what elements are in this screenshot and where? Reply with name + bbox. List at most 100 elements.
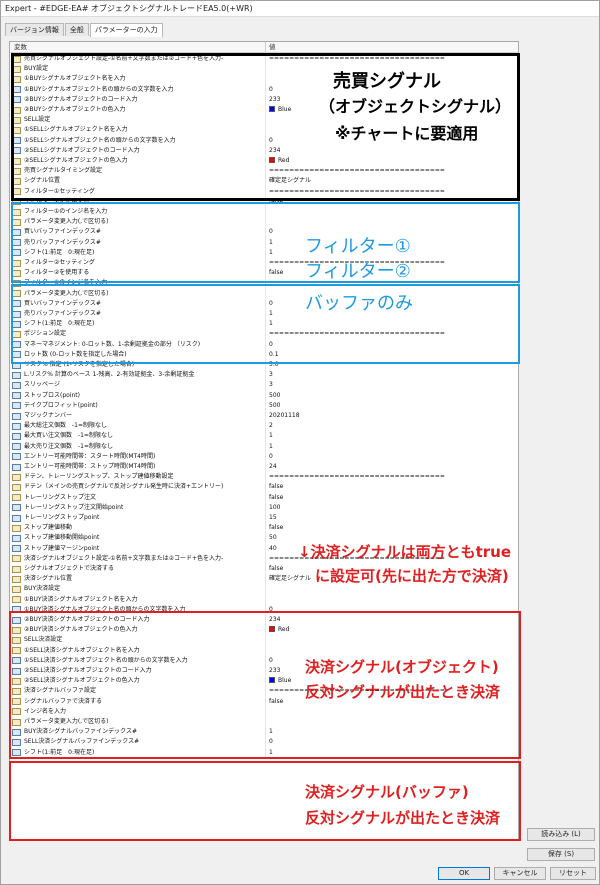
tab-version-info[interactable]: バージョン情報 bbox=[5, 23, 64, 36]
parameter-name: トレーリングストップ注文開始point bbox=[24, 503, 124, 511]
parameter-name: テイクプロフィット(point) bbox=[24, 401, 98, 409]
reset-button[interactable]: リセット bbox=[550, 867, 596, 880]
column-separator bbox=[265, 390, 266, 401]
column-separator bbox=[265, 533, 266, 544]
annotation-exit-note-line1: ↓決済シグナルは両方ともtrue bbox=[298, 543, 511, 561]
text-param-icon bbox=[12, 494, 21, 502]
numeric-param-icon bbox=[12, 381, 21, 389]
save-button[interactable]: 保存 (S) bbox=[527, 848, 595, 861]
parameter-value[interactable]: =================================== bbox=[269, 472, 509, 482]
parameter-row[interactable]: 最大総注文個数 -1=制限なし 2 bbox=[10, 421, 518, 432]
numeric-param-icon bbox=[12, 504, 21, 512]
text-param-icon bbox=[12, 565, 21, 573]
parameter-value[interactable]: 1 bbox=[269, 431, 509, 441]
numeric-param-icon bbox=[12, 412, 21, 420]
numeric-param-icon bbox=[12, 392, 21, 400]
numeric-param-icon bbox=[12, 422, 21, 430]
parameter-row[interactable]: 最大売り注文個数 -1=制限なし 1 bbox=[10, 441, 518, 452]
parameter-row[interactable]: ストップ建値移動 false bbox=[10, 523, 518, 534]
column-header-value[interactable]: 値 bbox=[269, 42, 276, 53]
parameter-row[interactable]: ストップロス(point) 500 bbox=[10, 390, 518, 401]
parameter-name: 最大総注文個数 -1=制限なし bbox=[24, 422, 108, 430]
tab-general[interactable]: 全般 bbox=[64, 23, 89, 36]
column-separator bbox=[265, 564, 266, 575]
parameter-name: ストップ建値移動開始point bbox=[24, 534, 100, 542]
column-separator bbox=[265, 421, 266, 432]
parameter-value[interactable]: 15 bbox=[269, 513, 509, 523]
column-separator bbox=[265, 553, 266, 564]
numeric-param-icon bbox=[12, 443, 21, 451]
cancel-button[interactable]: キャンセル bbox=[494, 867, 546, 880]
annotation-exit-buffer-note: 反対シグナルが出たとき決済 bbox=[305, 809, 501, 827]
parameter-name: トレーリングストップ注文 bbox=[24, 493, 97, 501]
parameter-row[interactable]: ドテン、トレーリングストップ、ストップ建値移動設定 ===============… bbox=[10, 472, 518, 483]
parameter-row[interactable]: マジックナンバー 20201118 bbox=[10, 411, 518, 422]
column-separator bbox=[265, 370, 266, 381]
parameter-row[interactable]: スリッページ 3 bbox=[10, 380, 518, 391]
parameter-value[interactable]: 0 bbox=[269, 452, 509, 462]
parameter-row[interactable]: エントリー可能時間帯：ストップ時間(MT4時間) 24 bbox=[10, 462, 518, 473]
parameter-value[interactable]: 1 bbox=[269, 442, 509, 452]
column-separator bbox=[265, 451, 266, 462]
parameter-row[interactable]: トレーリングストップ注文開始point 100 bbox=[10, 502, 518, 513]
parameter-name: シグナルオブジェクトで決済する bbox=[24, 565, 115, 572]
parameter-name: エントリー可能時間帯：スタート時間(MT4時間) bbox=[24, 452, 156, 460]
column-separator bbox=[265, 42, 266, 53]
parameter-value[interactable]: 24 bbox=[269, 462, 509, 472]
annotation-exit-note-line2: に設定可(先に出た方で決済) bbox=[315, 567, 509, 585]
expert-properties-window: Expert - #EDGE-EA# オブジェクトシグナルトレードEA5.0(+… bbox=[0, 0, 600, 885]
parameter-row[interactable]: トレーリングストップpoint 15 bbox=[10, 513, 518, 524]
column-separator bbox=[265, 441, 266, 452]
column-separator bbox=[265, 431, 266, 442]
parameter-value[interactable]: 3 bbox=[269, 370, 509, 380]
parameter-row[interactable]: テイクプロフィット(point) 500 bbox=[10, 400, 518, 411]
parameter-row[interactable]: L.リスク% 計算のベース 1-残高、2-有効証拠金、3-余剰証拠金 3 bbox=[10, 370, 518, 381]
annotation-buy-sell-note: ※チャートに要適用 bbox=[335, 124, 479, 143]
column-header-variable[interactable]: 変数 bbox=[14, 42, 27, 53]
parameter-value[interactable]: 500 bbox=[269, 391, 509, 401]
column-separator bbox=[265, 594, 266, 605]
annotation-exit-object-note: 反対シグナルが出たとき決済 bbox=[305, 683, 501, 701]
parameter-value[interactable]: 2 bbox=[269, 421, 509, 431]
text-param-icon bbox=[12, 585, 21, 593]
parameter-value[interactable]: false bbox=[269, 523, 509, 533]
parameter-name: L.リスク% 計算のベース 1-残高、2-有効証拠金、3-余剰証拠金 bbox=[24, 371, 195, 379]
column-separator bbox=[265, 411, 266, 422]
parameter-row[interactable]: 最大買い注文個数 -1=制限なし 1 bbox=[10, 431, 518, 442]
parameter-name: エントリー可能時間帯：ストップ時間(MT4時間) bbox=[24, 463, 156, 470]
load-button[interactable]: 読み込み (L) bbox=[527, 828, 595, 841]
window-title: Expert - #EDGE-EA# オブジェクトシグナルトレードEA5.0(+… bbox=[1, 1, 599, 17]
parameter-row[interactable]: ①BUY決済シグナルオブジェクト名を入力 bbox=[10, 594, 518, 605]
parameter-row[interactable]: ドテン（メインの売買シグナルで反対シグナル発生時に決済+エントリー) false bbox=[10, 482, 518, 493]
column-separator bbox=[265, 574, 266, 585]
parameter-name: BUY決済設定 bbox=[24, 585, 61, 593]
ok-button[interactable]: OK bbox=[438, 867, 490, 880]
numeric-param-icon bbox=[12, 371, 21, 379]
column-separator bbox=[265, 513, 266, 524]
parameter-row[interactable]: エントリー可能時間帯：スタート時間(MT4時間) 0 bbox=[10, 451, 518, 462]
parameter-name: マジックナンバー bbox=[24, 412, 73, 419]
tab-input-parameters[interactable]: パラメーターの入力 bbox=[89, 23, 163, 37]
parameter-name: 最大買い注文個数 -1=制限なし bbox=[24, 432, 114, 440]
text-param-icon bbox=[12, 524, 21, 532]
annotation-buy-sell-subtitle: （オブジェクトシグナル） bbox=[319, 97, 512, 116]
column-separator bbox=[265, 472, 266, 483]
parameter-name: 決済シグナルオブジェクト設定-①名前+文字数または②コード+色を入力- bbox=[24, 554, 224, 562]
numeric-param-icon bbox=[12, 453, 21, 461]
parameter-name: トレーリングストップpoint bbox=[24, 514, 100, 521]
parameter-value[interactable]: 500 bbox=[269, 401, 509, 411]
numeric-param-icon bbox=[12, 402, 21, 410]
parameter-value[interactable]: 20201118 bbox=[269, 411, 509, 421]
parameter-name: 最大売り注文個数 -1=制限なし bbox=[24, 442, 114, 450]
annotation-buffer-only: バッファのみ bbox=[305, 293, 413, 314]
parameter-value[interactable]: 100 bbox=[269, 503, 509, 513]
text-param-icon bbox=[12, 473, 21, 481]
parameter-value[interactable]: false bbox=[269, 493, 509, 503]
column-separator bbox=[265, 400, 266, 411]
parameter-row[interactable]: トレーリングストップ注文 false bbox=[10, 492, 518, 503]
parameter-value[interactable]: false bbox=[269, 482, 509, 492]
parameter-value[interactable]: 3 bbox=[269, 380, 509, 390]
filter1-annotation-box bbox=[11, 202, 520, 283]
column-separator bbox=[265, 523, 266, 534]
column-separator bbox=[265, 462, 266, 473]
